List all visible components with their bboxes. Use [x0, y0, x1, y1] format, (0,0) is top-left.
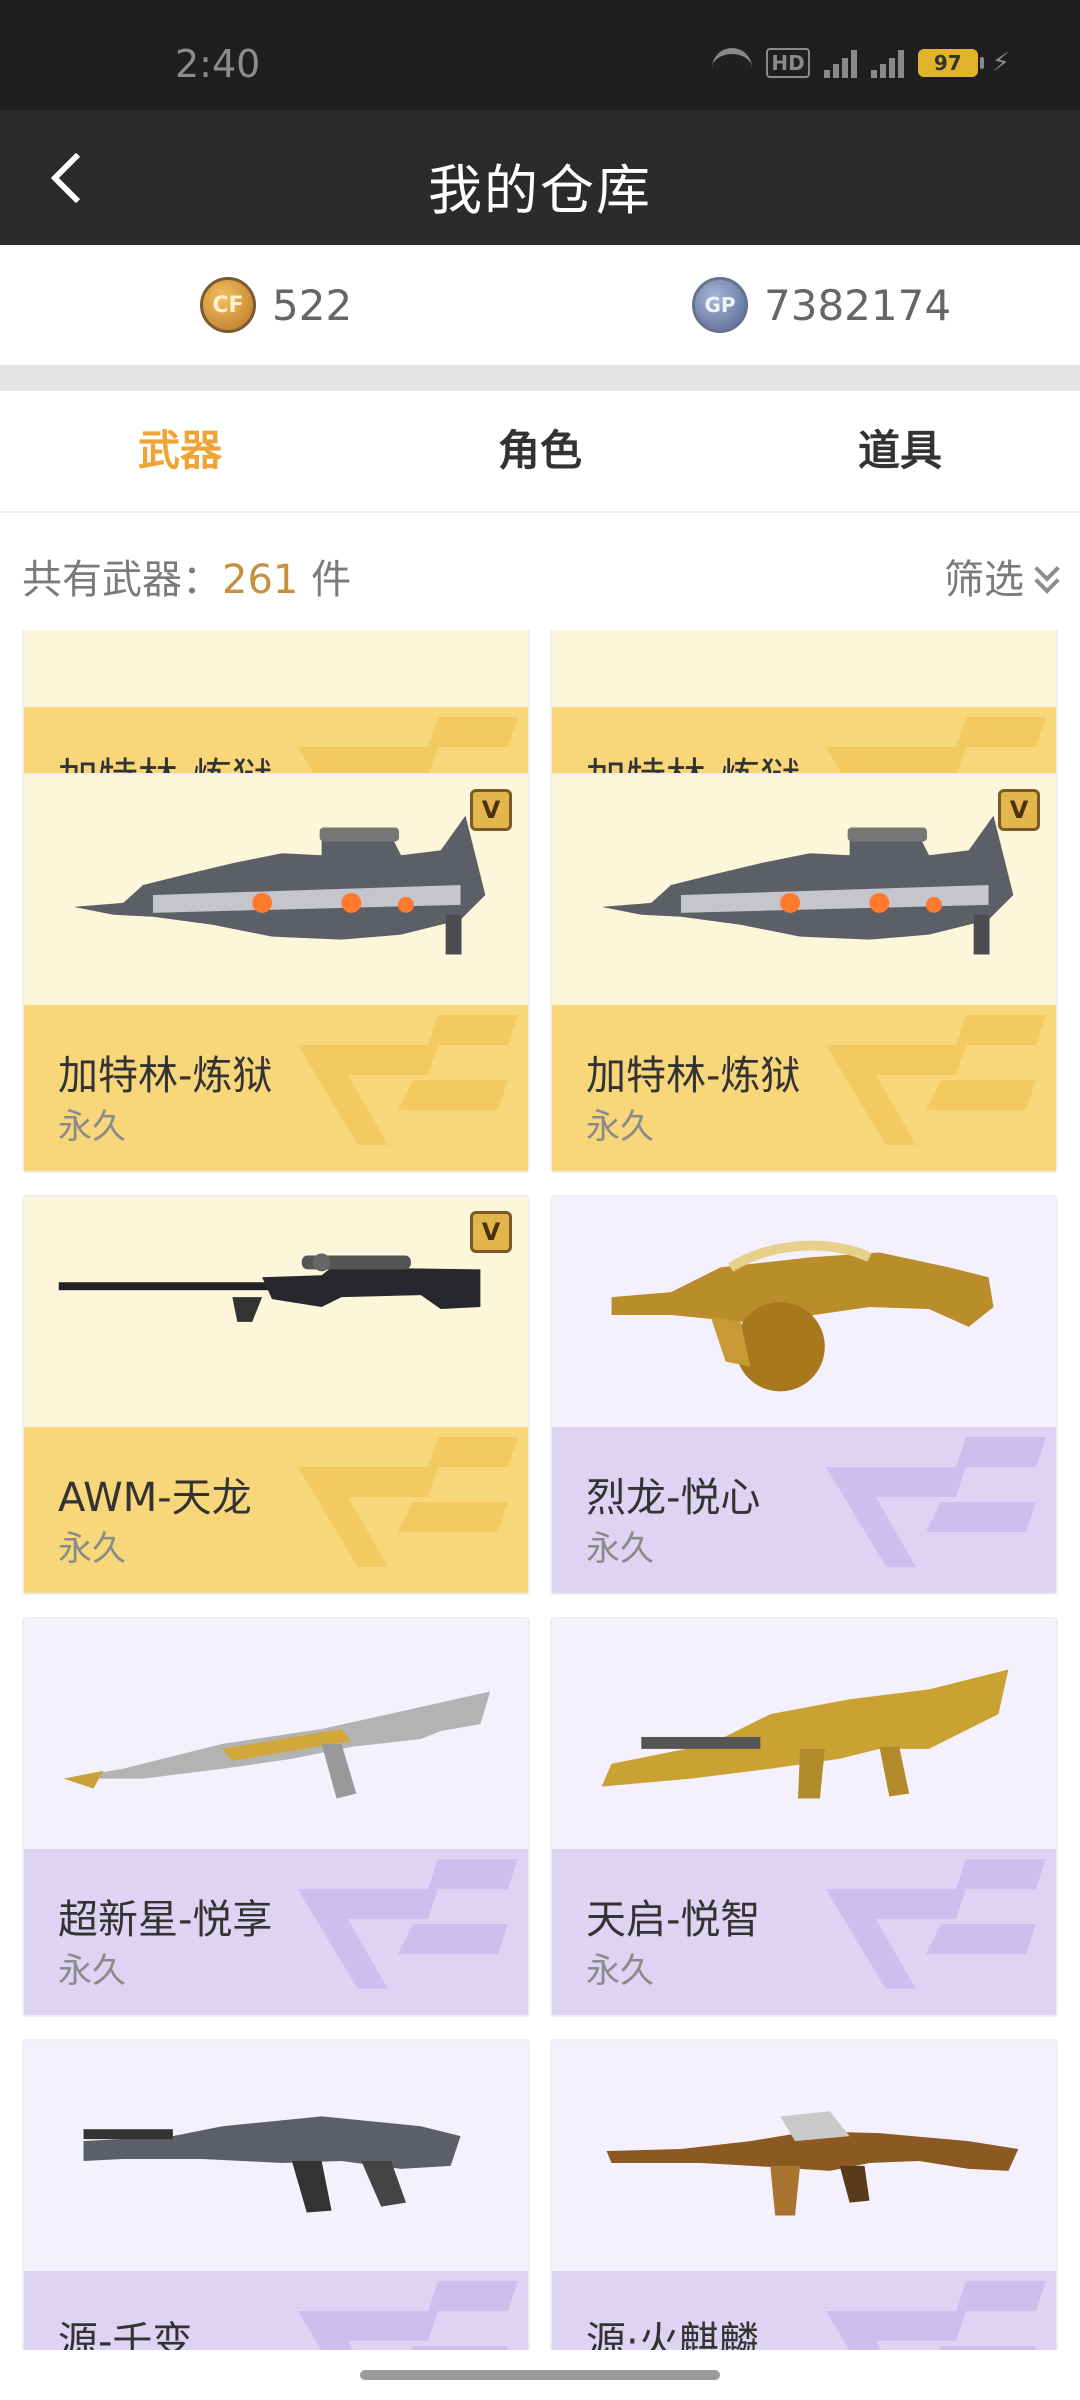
filter-button[interactable]: 筛选: [944, 547, 1060, 605]
cf-watermark-icon: [826, 1015, 1046, 1145]
weapon-image-area: [24, 775, 528, 1005]
weapon-info: 源-千变: [24, 2271, 528, 2350]
status-icons: HD 97 ⚡: [712, 48, 1010, 78]
ak-rifle-image: [606, 2111, 1019, 2216]
weapon-image-area: [552, 1619, 1056, 1849]
wifi-icon: [712, 48, 753, 78]
app-header: 我的仓库: [0, 110, 1080, 245]
weapon-image-area: [24, 1619, 528, 1849]
weapon-name: 源-千变: [58, 2319, 193, 2350]
weapon-duration: 永久: [58, 1529, 126, 1569]
cf-points: CF 522: [200, 277, 352, 333]
weapon-card[interactable]: V AWM-天龙 永久: [22, 1195, 530, 1595]
double-chevron-down-icon: [1032, 562, 1060, 590]
gp-coin-icon: GP: [692, 277, 748, 333]
weapon-duration: 永久: [58, 1951, 126, 1991]
weapon-image-area: [552, 2041, 1056, 2271]
weapon-name: AWM-天龙: [58, 1475, 252, 1521]
cf-watermark-icon: [298, 2281, 518, 2350]
weapon-duration: 永久: [58, 1107, 126, 1147]
weapon-count-suffix: 件: [298, 557, 352, 603]
gp-points-value: 7382174: [764, 280, 952, 330]
weapon-name: 天启-悦智: [586, 1897, 761, 1943]
status-bar: 2:40 HD 97 ⚡: [0, 0, 1080, 110]
tab-weapons[interactable]: 武器: [0, 391, 360, 511]
weapon-image-area: [24, 1197, 528, 1427]
weapon-count-number: 261: [222, 557, 299, 603]
cf-watermark-icon: [826, 1859, 1046, 1989]
vip-badge-icon: V: [998, 789, 1040, 831]
cf-watermark-icon: [298, 1437, 518, 1567]
weapon-card[interactable]: 源-千变: [22, 2039, 530, 2350]
cf-points-value: 522: [272, 280, 353, 330]
weapon-duration: 永久: [586, 1951, 654, 1991]
weapon-info: 加特林-炼狱 永久: [24, 1005, 528, 1171]
assault-rifle-image: [63, 1691, 491, 1799]
weapon-info: AWM-天龙 永久: [24, 1427, 528, 1593]
weapon-grid: 加特林-炼狱 永久 加特林-炼狱 永久 V 加特林-炼狱 永久: [0, 630, 1080, 2350]
filter-label: 筛选: [944, 557, 1024, 603]
weapon-info: 天启-悦智 永久: [552, 1849, 1056, 2015]
assault-rifle-image: [601, 1669, 1009, 1799]
cf-coin-icon: CF: [200, 277, 256, 333]
weapon-card[interactable]: V 加特林-炼狱 永久: [22, 773, 530, 1173]
cf-watermark-icon: [826, 2281, 1046, 2350]
weapon-count: 共有武器：261 件: [22, 547, 351, 605]
weapon-card[interactable]: 源·火麒麟: [550, 2039, 1058, 2350]
charging-icon: ⚡: [991, 48, 1010, 78]
home-indicator[interactable]: [360, 2370, 720, 2380]
weapon-card[interactable]: V 加特林-炼狱 永久: [550, 773, 1058, 1173]
weapon-info: 加特林-炼狱 永久: [552, 1005, 1056, 1171]
weapon-info: 烈龙-悦心 永久: [552, 1427, 1056, 1593]
section-divider: [0, 365, 1080, 391]
weapon-duration: 永久: [586, 1529, 654, 1569]
weapon-name: 加特林-炼狱: [586, 1053, 801, 1099]
gp-points: GP 7382174: [692, 277, 951, 333]
status-time: 2:40: [175, 42, 261, 86]
weapon-card[interactable]: 烈龙-悦心 永久: [550, 1195, 1058, 1595]
cf-watermark-icon: [298, 1015, 518, 1145]
weapon-card[interactable]: 超新星-悦享 永久: [22, 1617, 530, 2017]
weapon-image-area: [552, 630, 1056, 707]
assault-rifle-image: [83, 2116, 461, 2213]
hd-icon: HD: [766, 48, 810, 78]
weapon-info: 源·火麒麟: [552, 2271, 1056, 2350]
gatling-gun-image: [73, 815, 486, 955]
vip-badge-icon: V: [470, 789, 512, 831]
weapon-card[interactable]: 天启-悦智 永久: [550, 1617, 1058, 2017]
weapon-duration: 永久: [586, 1107, 654, 1147]
page-title: 我的仓库: [428, 159, 652, 222]
signal-icon: [823, 48, 857, 78]
weapon-image-area: [552, 775, 1056, 1005]
weapon-name: 加特林-炼狱: [58, 1053, 273, 1099]
weapon-image-area: [552, 1197, 1056, 1427]
cf-watermark-icon: [298, 1859, 518, 1989]
weapon-name: 超新星-悦享: [58, 1897, 273, 1943]
count-row: 共有武器：261 件 筛选: [0, 513, 1080, 628]
weapon-count-prefix: 共有武器：: [22, 557, 222, 603]
category-tabs: 武器 角色 道具: [0, 391, 1080, 513]
weapon-image-area: [24, 630, 528, 707]
weapon-info: 超新星-悦享 永久: [24, 1849, 528, 2015]
battery-icon: 97: [917, 49, 984, 77]
sniper-rifle-image: [58, 1253, 481, 1322]
signal-5g-icon: [870, 48, 904, 78]
weapon-image-area: [24, 2041, 528, 2271]
vip-badge-icon: V: [470, 1211, 512, 1253]
tab-characters[interactable]: 角色: [360, 391, 720, 511]
cf-watermark-icon: [826, 1437, 1046, 1567]
currency-row: CF 522 GP 7382174: [0, 245, 1080, 365]
weapon-name: 源·火麒麟: [586, 2319, 759, 2350]
weapon-name: 烈龙-悦心: [586, 1475, 761, 1521]
tab-items[interactable]: 道具: [720, 391, 1080, 511]
gatling-gun-image: [601, 815, 1014, 955]
tommy-gun-image: [611, 1240, 994, 1392]
